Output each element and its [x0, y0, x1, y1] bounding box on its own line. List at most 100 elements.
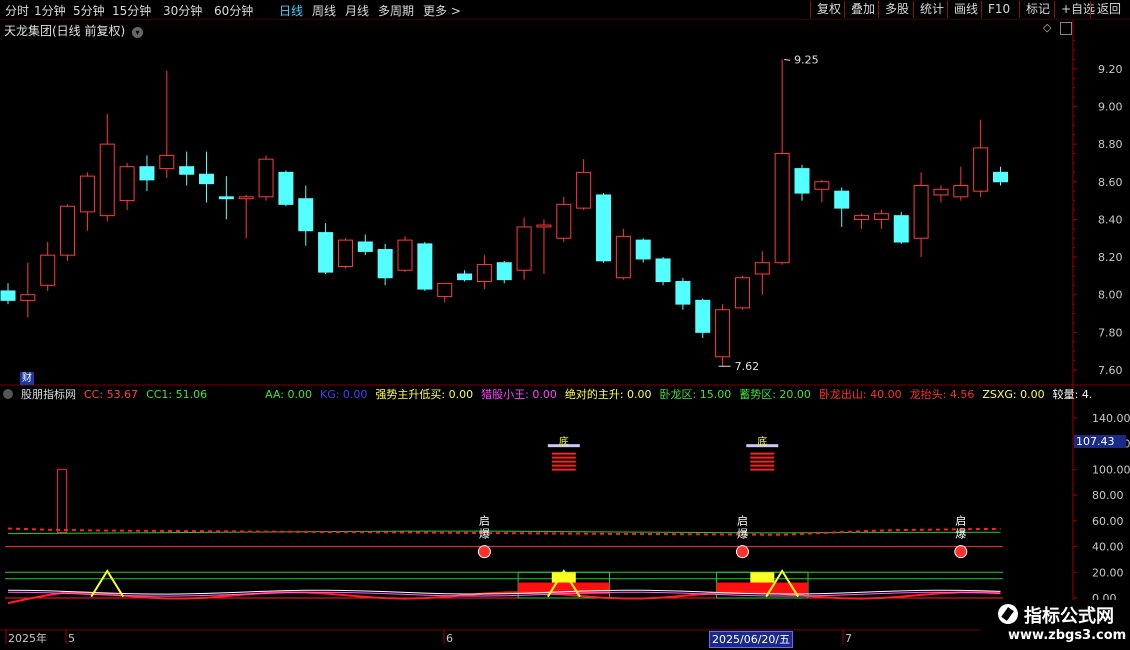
period-toolbar: 分时 1分钟 5分钟 15分钟 30分钟 60分钟 日线 周线 月线 多周期 更多 > 复权 叠加 多股统…	[0, 0, 1130, 20]
ind-tick-label: 40.00	[1092, 541, 1124, 554]
cursor-date: 2025/06/20/五	[709, 631, 794, 648]
candle-body	[238, 196, 254, 200]
ind-tick-label: 60.00	[1092, 515, 1124, 528]
toolbar-button-2[interactable]: 多股	[878, 1, 915, 18]
candle-body	[854, 215, 870, 220]
collapse-icon[interactable]	[3, 389, 13, 399]
candle-body	[0, 290, 16, 301]
indicator-value-12: 较量: 4.	[1052, 388, 1093, 401]
finance-badge[interactable]: 财	[20, 372, 34, 385]
toolbar-button-0[interactable]: 复权	[810, 1, 847, 18]
period-tab-4[interactable]: 30分钟	[163, 2, 202, 19]
candle-body	[318, 232, 334, 273]
candle-body	[99, 143, 115, 217]
price-tick-label: 7.60	[1098, 364, 1123, 377]
yellow-zone-bar	[551, 572, 576, 583]
window-toggle-icon[interactable]	[1060, 22, 1072, 35]
date-label: 7	[845, 632, 852, 645]
date-label: 5	[68, 632, 75, 645]
qibao-ball-icon	[735, 545, 749, 559]
bottom-signal-stripe	[750, 452, 775, 455]
candle-body	[159, 154, 175, 170]
period-tab-8[interactable]: 月线	[345, 2, 369, 19]
indicator-value-6: 绝对的主升: 0.00	[564, 388, 652, 401]
stock-chart[interactable]: 9.20 9.00 8.80 8.60 8.40 8.20 8.00 7.80 7.60 9.25…	[0, 20, 1130, 650]
candle-body	[695, 299, 711, 333]
period-tab-0[interactable]: 分时	[5, 2, 29, 19]
qibao-ball-icon	[954, 545, 968, 559]
period-tab-1[interactable]: 1分钟	[34, 2, 66, 19]
ind-tick-label: 80.00	[1092, 489, 1124, 502]
price-tick-label: 9.00	[1098, 100, 1123, 113]
watermark-url: www.zbgs3.com	[1008, 628, 1127, 643]
period-tab-10[interactable]: 更多 >	[423, 2, 461, 19]
qibao-text-1: 启	[479, 515, 490, 528]
indicator-value-2: AA: 0.00	[265, 387, 312, 401]
toolbar-button-1[interactable]: 叠加	[844, 1, 881, 18]
price-tick-label: 9.20	[1098, 63, 1123, 76]
period-tab-9[interactable]: 多周期	[378, 2, 414, 19]
indicator-name[interactable]: 股朋指标网	[21, 386, 76, 402]
candle-body	[556, 203, 572, 239]
candle-body	[794, 168, 810, 194]
diamond-icon[interactable]: ◇	[1043, 21, 1051, 34]
candle-body	[973, 147, 989, 192]
candle-body	[993, 171, 1008, 183]
candle-body	[337, 239, 353, 267]
bottom-signal-stripe	[750, 468, 775, 471]
candle-body	[953, 185, 969, 198]
candle-body	[913, 185, 929, 239]
candle-body	[655, 258, 671, 283]
qibao-ball-icon	[477, 545, 491, 559]
indicator-value-4: 强势主升低买: 0.00	[375, 388, 474, 401]
period-tab-3[interactable]: 15分钟	[112, 2, 151, 19]
candle-body	[457, 273, 473, 281]
candle-body	[278, 171, 294, 205]
indicator-header: 股朋指标网 CC: 53.67 CC1: 51.06 AA: 0.00 KG: 0.0…	[3, 387, 1092, 401]
candle-body	[675, 281, 691, 305]
stock-title-text: 天龙集团(日线 前复权)	[4, 24, 126, 38]
high-label: 9.25	[794, 53, 819, 66]
candle-body	[893, 215, 909, 243]
chevron-down-icon[interactable]: ▾	[132, 27, 144, 38]
indicator-value-0: CC: 53.67	[84, 387, 139, 401]
stock-title[interactable]: 天龙集团(日线 前复权) ▾	[4, 22, 144, 39]
indicator-value-8: 蓄势区: 20.00	[739, 388, 811, 401]
toolbar-button-3[interactable]: 统计	[913, 1, 950, 18]
qibao-text-2: 爆	[479, 527, 490, 541]
indicator-value-5: 猎股小王: 0.00	[481, 388, 557, 401]
period-tab-7[interactable]: 周线	[312, 2, 336, 19]
indicator-value-11: ZSXG: 0.00	[982, 387, 1045, 401]
candle-body	[79, 175, 95, 213]
candle-body	[397, 239, 413, 271]
candle-body	[437, 282, 453, 298]
candle-body	[536, 224, 552, 228]
ind-tick-label: 100.00	[1092, 463, 1130, 476]
price-tick-label: 8.00	[1098, 289, 1123, 302]
indicator-value-3: KG: 0.00	[319, 387, 368, 401]
candle-body	[199, 173, 214, 185]
candle-body	[476, 264, 492, 283]
high-marker	[784, 58, 791, 61]
candle-body	[615, 235, 631, 279]
low-label: 7.62	[735, 360, 760, 373]
candle-body	[40, 254, 56, 286]
bottom-signal-text: 底	[757, 435, 767, 448]
candle-body	[258, 158, 274, 198]
toolbar-button-6[interactable]: 标记	[1019, 1, 1056, 18]
toolbar-button-8[interactable]: 返回	[1090, 1, 1127, 18]
bottom-signal-stripe	[551, 464, 576, 467]
current-value-badge: 107.43	[1074, 435, 1126, 448]
indicator-value-7: 卧龙区: 15.00	[659, 388, 732, 401]
toolbar-button-4[interactable]: 画线	[947, 1, 984, 18]
qibao-text-1: 启	[955, 515, 966, 528]
bottom-signal-stripe	[750, 460, 775, 463]
period-tab-2[interactable]: 5分钟	[73, 2, 105, 19]
period-tab-6[interactable]: 日线	[279, 2, 303, 19]
candle-body	[933, 188, 949, 196]
toolbar-button-5[interactable]: F10	[981, 1, 1016, 18]
candle-body	[834, 190, 850, 209]
period-tab-5[interactable]: 60分钟	[214, 2, 253, 19]
candle-body	[60, 205, 76, 256]
indicator-value-1: CC1: 51.06	[146, 387, 208, 401]
